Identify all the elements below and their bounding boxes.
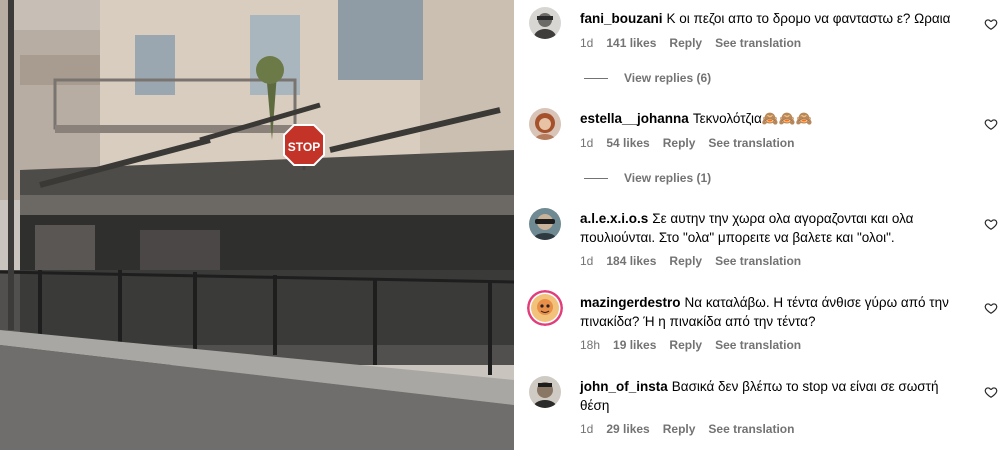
heart-icon[interactable] bbox=[984, 17, 998, 31]
see-translation-button[interactable]: See translation bbox=[715, 254, 801, 268]
see-translation-button[interactable]: See translation bbox=[708, 422, 794, 436]
comment-meta: 1d 54 likes Reply See translation bbox=[580, 136, 807, 150]
heart-icon[interactable] bbox=[984, 301, 998, 315]
comment-meta: 18h 19 likes Reply See translation bbox=[580, 338, 814, 352]
comment-text-block: a.l.e.x.i.o.s Σε αυτην την χωρα ολα αγορα… bbox=[580, 209, 970, 247]
likes-count-button[interactable]: 141 likes bbox=[606, 36, 656, 50]
reply-button[interactable]: Reply bbox=[663, 136, 696, 150]
view-replies-button[interactable]: View replies (6) bbox=[584, 71, 711, 85]
comment-text-block: fani_bouzani Κ οι πεζοι απο το δρομο να φ… bbox=[580, 9, 970, 28]
reply-button[interactable]: Reply bbox=[663, 422, 696, 436]
see-translation-button[interactable]: See translation bbox=[715, 36, 801, 50]
avatar[interactable] bbox=[529, 7, 561, 39]
see-translation-button[interactable]: See translation bbox=[715, 338, 801, 352]
comment-time: 1d bbox=[580, 36, 594, 50]
comment-time: 18h bbox=[580, 338, 601, 352]
post-photo: STOP bbox=[0, 0, 514, 450]
stop-sign-text: STOP bbox=[288, 140, 320, 154]
reply-button[interactable]: Reply bbox=[669, 254, 702, 268]
comment-username[interactable]: estella__johanna bbox=[580, 111, 689, 126]
comment-time: 1d bbox=[580, 422, 594, 436]
avatar[interactable] bbox=[529, 208, 561, 240]
comment-time: 1d bbox=[580, 136, 594, 150]
comment-username[interactable]: a.l.e.x.i.o.s bbox=[580, 211, 648, 226]
comment-username[interactable]: fani_bouzani bbox=[580, 11, 663, 26]
comment-text-block: estella__johanna Τεκνολότζια🙈🙈🙈 bbox=[580, 109, 970, 128]
likes-count-button[interactable]: 19 likes bbox=[613, 338, 656, 352]
divider-line bbox=[584, 78, 608, 80]
divider-line bbox=[584, 178, 608, 180]
comment-username[interactable]: john_of_insta bbox=[580, 379, 668, 394]
comment-text: Κ οι πεζοι απο το δρομο να φανταστω ε? Ω… bbox=[666, 11, 951, 26]
comment-text-block: john_of_insta Βασικά δεν βλέπω το stop να… bbox=[580, 377, 970, 415]
comment-meta: 1d 141 likes Reply See translation bbox=[580, 36, 814, 50]
view-replies-button[interactable]: View replies (1) bbox=[584, 171, 711, 185]
heart-icon[interactable] bbox=[984, 385, 998, 399]
comment-meta: 1d 184 likes Reply See translation bbox=[580, 254, 814, 268]
see-translation-button[interactable]: See translation bbox=[708, 136, 794, 150]
avatar[interactable] bbox=[529, 376, 561, 408]
heart-icon[interactable] bbox=[984, 217, 998, 231]
view-replies-label: View replies (6) bbox=[624, 71, 712, 85]
street-scene-image: STOP bbox=[0, 0, 514, 450]
comment-username[interactable]: mazingerdestro bbox=[580, 295, 681, 310]
comment-text: Τεκνολότζια🙈🙈🙈 bbox=[692, 111, 813, 126]
comment-meta: 1d 29 likes Reply See translation bbox=[580, 422, 807, 436]
likes-count-button[interactable]: 184 likes bbox=[606, 254, 656, 268]
comments-panel: fani_bouzani Κ οι πεζοι απο το δρομο να φ… bbox=[514, 0, 1005, 450]
avatar[interactable] bbox=[527, 290, 563, 326]
reply-button[interactable]: Reply bbox=[669, 36, 702, 50]
likes-count-button[interactable]: 29 likes bbox=[606, 422, 649, 436]
comment-time: 1d bbox=[580, 254, 594, 268]
reply-button[interactable]: Reply bbox=[669, 338, 702, 352]
comment-text-block: mazingerdestro Να καταλάβω. Η τέντα άνθισ… bbox=[580, 293, 970, 331]
avatar[interactable] bbox=[529, 108, 561, 140]
likes-count-button[interactable]: 54 likes bbox=[606, 136, 649, 150]
heart-icon[interactable] bbox=[984, 117, 998, 131]
view-replies-label: View replies (1) bbox=[624, 171, 712, 185]
